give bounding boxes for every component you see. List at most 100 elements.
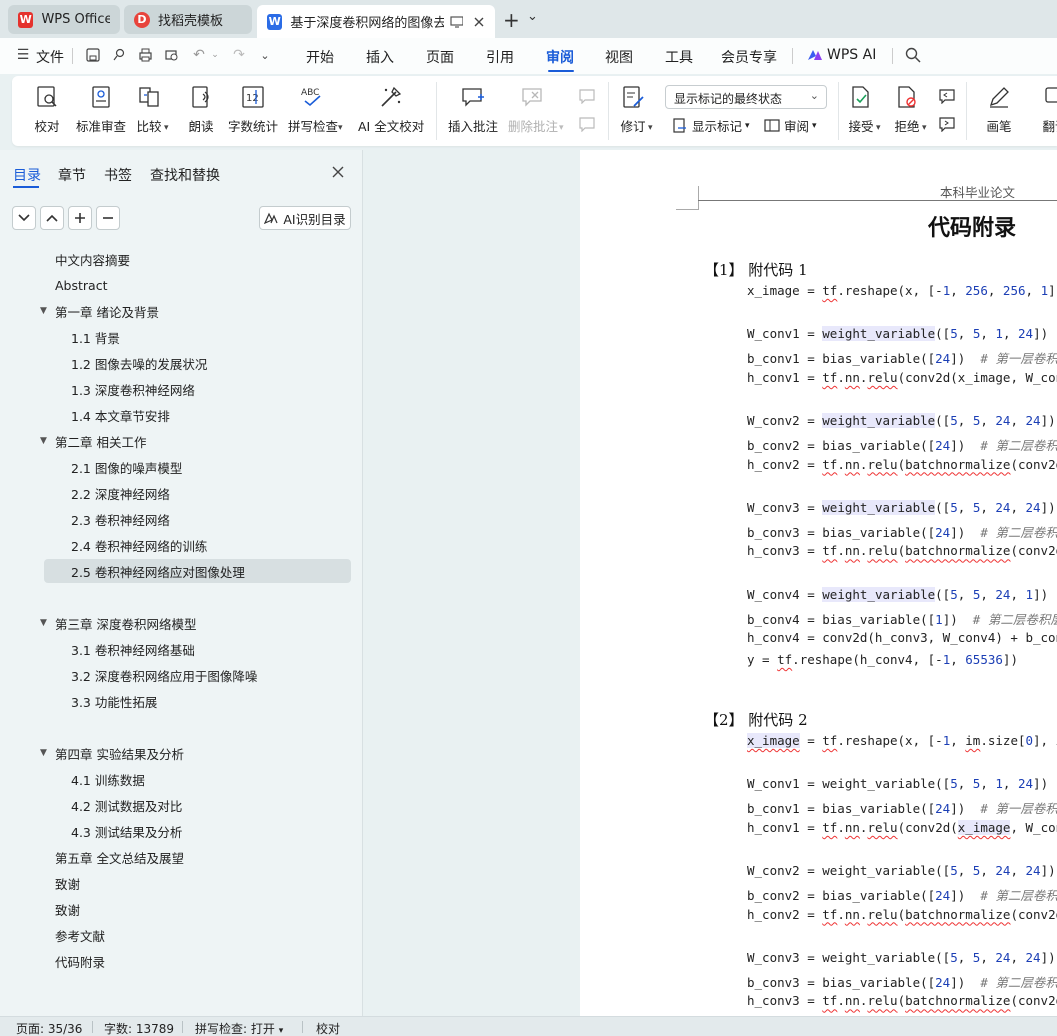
share-icon[interactable] <box>110 46 128 64</box>
search-icon[interactable] <box>904 46 922 64</box>
insert-comment-button[interactable]: 插入批注 <box>448 84 498 135</box>
menu-page[interactable]: 页面 <box>426 47 454 67</box>
code-line: h_conv1 = tf.nn.relu(conv2d(x_image, W_c… <box>747 819 1057 835</box>
reject-dropdown-icon[interactable]: ▾ <box>922 123 927 133</box>
nav-tab-chapters[interactable]: 章节 <box>58 165 86 185</box>
code-line: x_image = tf.reshape(x, [-1, im.size[0],… <box>747 733 1057 748</box>
menu-tools[interactable]: 工具 <box>665 47 693 67</box>
tab-docer-templates[interactable]: D 找稻壳模板 <box>124 5 252 34</box>
show-markup-button[interactable]: 显示标记 ▾ <box>672 116 750 135</box>
markup-mode-select[interactable]: 显示标记的最终状态 ⌄ <box>665 85 827 109</box>
toc-item[interactable]: 2.2 深度神经网络 <box>71 481 170 505</box>
compare-dropdown-icon[interactable]: ▾ <box>164 123 169 133</box>
close-tab-icon[interactable] <box>473 16 485 28</box>
toc-item[interactable]: 2.4 卷积神经网络的训练 <box>71 533 207 557</box>
collapse-all-button[interactable] <box>40 206 64 230</box>
page-indicator[interactable]: 页面: 35/36 <box>16 1020 82 1036</box>
standard-review-button[interactable]: 标准审查 <box>76 84 126 135</box>
tab-list-dropdown[interactable]: ⌄ <box>527 9 538 24</box>
hamburger-menu-icon[interactable]: ☰ <box>14 46 32 64</box>
word-count-button[interactable]: 12 字数统计 <box>228 84 278 135</box>
toc-item[interactable]: 2.5 卷积神经网络应对图像处理 <box>44 559 351 583</box>
compare-button[interactable]: 比较 <box>136 84 162 135</box>
expand-all-button[interactable] <box>12 206 36 230</box>
menu-references[interactable]: 引用 <box>486 47 514 67</box>
redo-icon[interactable]: ↷ <box>230 46 248 64</box>
track-changes-dropdown-icon[interactable]: ▾ <box>648 123 653 133</box>
brush-button[interactable]: 画笔 <box>986 84 1012 135</box>
delete-comment-button[interactable]: 删除批注 <box>508 84 558 135</box>
toc-item[interactable]: Abstract <box>55 273 107 297</box>
menu-home[interactable]: 开始 <box>306 47 334 67</box>
document-page[interactable]: 本科毕业论文 代码附录 【1】 附代码 1 x_image = tf.resha… <box>580 150 1057 1016</box>
proofread-button[interactable]: 校对 <box>34 84 60 135</box>
close-icon[interactable] <box>331 164 345 183</box>
toc-item[interactable]: 中文内容摘要 <box>55 247 130 271</box>
toc-item[interactable]: 第五章 全文总结及展望 <box>55 845 184 869</box>
menu-member[interactable]: 会员专享 <box>721 47 777 67</box>
toc-item[interactable]: 3.3 功能性拓展 <box>71 689 157 713</box>
accept-button[interactable]: 接受 <box>848 84 874 135</box>
new-tab-button[interactable]: + <box>503 8 520 32</box>
nav-tab-find-replace[interactable]: 查找和替换 <box>150 165 220 185</box>
toc-item[interactable]: 代码附录 <box>55 949 105 973</box>
toc-item[interactable]: 3.2 深度卷积网络应用于图像降噪 <box>71 663 257 687</box>
tab-current-document[interactable]: W 基于深度卷积网络的图像去噪 <box>257 5 495 38</box>
toc-item[interactable]: ▼ 第三章 深度卷积网络模型 <box>40 611 196 635</box>
next-change-icon[interactable] <box>938 116 956 136</box>
menu-review[interactable]: 审阅 <box>546 47 574 67</box>
nav-tab-bookmarks[interactable]: 书签 <box>104 165 132 185</box>
ai-toc-button[interactable]: AI识别目录 <box>259 206 351 230</box>
toc-item[interactable]: 2.3 卷积神经网络 <box>71 507 170 531</box>
toc-item[interactable]: 3.1 卷积神经网络基础 <box>71 637 195 661</box>
demote-level-button[interactable] <box>96 206 120 230</box>
toc-item[interactable]: 4.1 训练数据 <box>71 767 145 791</box>
toc-item[interactable]: 4.3 测试结果及分析 <box>71 819 182 843</box>
review-pane-button[interactable]: 审阅 ▾ <box>764 116 817 135</box>
expand-toggle-icon[interactable]: ▼ <box>40 748 47 758</box>
proofread-indicator[interactable]: 校对 <box>316 1020 340 1036</box>
spell-check-indicator[interactable]: 拼写检查: 打开 ▾ <box>195 1020 283 1036</box>
toc-item[interactable]: 致谢 <box>55 897 80 921</box>
expand-toggle-icon[interactable]: ▼ <box>40 436 47 446</box>
menu-insert[interactable]: 插入 <box>366 47 394 67</box>
read-aloud-button[interactable]: 朗读 <box>188 84 214 135</box>
word-count-indicator[interactable]: 字数: 13789 <box>104 1020 174 1036</box>
toc-item[interactable]: 1.1 背景 <box>71 325 120 349</box>
toc-item[interactable]: 参考文献 <box>55 923 105 947</box>
toc-item[interactable]: ▼ 第四章 实验结果及分析 <box>40 741 184 765</box>
spell-check-dropdown-icon[interactable]: ▾ <box>338 123 343 133</box>
previous-comment-icon[interactable] <box>578 88 596 108</box>
spell-check-button[interactable]: ABC 拼写检查 <box>288 84 338 135</box>
toc-item[interactable]: 1.4 本文章节安排 <box>71 403 170 427</box>
toc-item[interactable]: ▼ 第二章 相关工作 <box>40 429 146 453</box>
reject-button[interactable]: 拒绝 <box>894 84 920 135</box>
toc-item[interactable]: 1.2 图像去噪的发展状况 <box>71 351 207 375</box>
toc-item[interactable]: 4.2 测试数据及对比 <box>71 793 182 817</box>
next-comment-icon[interactable] <box>578 116 596 136</box>
menu-view[interactable]: 视图 <box>605 47 633 67</box>
print-preview-icon[interactable] <box>162 46 180 64</box>
screen-icon[interactable] <box>450 15 464 28</box>
toc-item[interactable]: 致谢 <box>55 871 80 895</box>
toc-item[interactable]: 2.1 图像的噪声模型 <box>71 455 182 479</box>
menu-file[interactable]: 文件 <box>36 47 64 67</box>
tab-wps-office[interactable]: W WPS Office <box>8 5 120 34</box>
ai-proofread-button[interactable]: AI 全文校对 <box>358 84 424 135</box>
accept-dropdown-icon[interactable]: ▾ <box>876 123 881 133</box>
print-icon[interactable] <box>136 46 154 64</box>
save-icon[interactable] <box>84 46 102 64</box>
quick-access-dropdown-icon[interactable]: ⌄ <box>256 46 274 64</box>
translate-button[interactable]: 翻译 <box>1042 84 1057 135</box>
promote-level-button[interactable] <box>68 206 92 230</box>
nav-tab-toc[interactable]: 目录 <box>13 165 41 185</box>
menu-wps-ai[interactable]: WPS AI <box>827 47 876 63</box>
previous-change-icon[interactable] <box>938 88 956 108</box>
expand-toggle-icon[interactable]: ▼ <box>40 306 47 316</box>
track-changes-button[interactable]: 修订 <box>620 84 646 135</box>
undo-dropdown-icon[interactable]: ⌄ <box>206 46 224 64</box>
toc-item[interactable]: 1.3 深度卷积神经网络 <box>71 377 195 401</box>
delete-comment-dropdown-icon[interactable]: ▾ <box>559 123 564 133</box>
toc-item[interactable]: ▼ 第一章 绪论及背景 <box>40 299 159 323</box>
expand-toggle-icon[interactable]: ▼ <box>40 618 47 628</box>
